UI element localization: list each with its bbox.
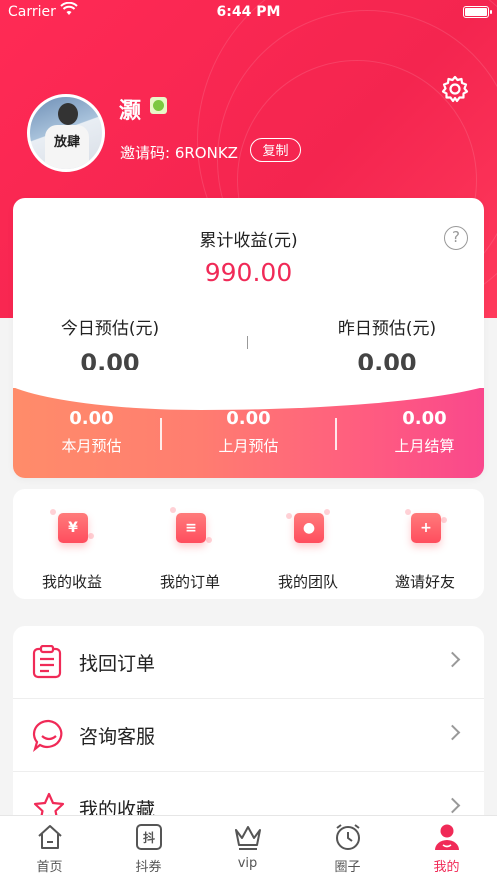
menu-card: 找回订单 咨询客服 我的收藏 [13, 626, 484, 826]
month-estimate-value: 0.00 [69, 408, 114, 429]
total-earnings-value: 990.00 [204, 258, 293, 287]
last-month-settled-label: 上月结算 [394, 437, 455, 455]
today-estimate-label: 今日预估(元) [60, 319, 160, 339]
chevron-right-icon [444, 797, 461, 814]
battery-icon [463, 6, 492, 18]
tab-label: 我的 [433, 860, 460, 875]
invite-friend-icon: + [403, 507, 447, 551]
today-estimate: 今日预估(元) 0.00 [13, 314, 210, 377]
quick-my-income[interactable]: ¥ 我的收益 [13, 503, 131, 592]
income-icon: ¥ [50, 507, 94, 551]
username: 灏 [119, 99, 142, 124]
clock: 6:44 PM [216, 4, 281, 20]
tab-mine[interactable]: 我的 [397, 822, 496, 875]
tab-label: 首页 [36, 860, 63, 875]
chat-bubble-icon [32, 718, 63, 753]
quick-label: 我的收益 [41, 573, 102, 591]
invite-code: 邀请码: 6RONKZ [120, 144, 238, 162]
quick-label: 我的团队 [277, 573, 338, 591]
level-badge-icon [150, 97, 167, 114]
team-icon: ● [286, 507, 330, 551]
quick-my-team[interactable]: ● 我的团队 [249, 503, 367, 592]
month-estimate-label: 本月预估 [61, 437, 122, 455]
avatar-shirt-text: 放肆 [54, 135, 81, 150]
person-icon [432, 822, 462, 852]
tab-circle[interactable]: 圈子 [298, 822, 397, 875]
menu-item-recover-orders[interactable]: 找回订单 [13, 626, 484, 699]
quick-label: 邀请好友 [394, 573, 455, 591]
divider [160, 418, 162, 450]
help-icon[interactable]: ? [444, 226, 468, 250]
last-month-settled[interactable]: 0.00 上月结算 [346, 408, 484, 456]
tab-douquan[interactable]: 抖 抖券 [99, 822, 198, 875]
quick-actions-card: ¥ 我的收益 ≡ 我的订单 ● 我的团队 + 邀请好友 [13, 489, 484, 599]
status-bar: Carrier 6:44 PM [0, 0, 497, 26]
menu-label: 找回订单 [79, 653, 156, 675]
chevron-right-icon [444, 651, 461, 668]
quick-invite-friends[interactable]: + 邀请好友 [366, 503, 484, 592]
quick-label: 我的订单 [159, 573, 220, 591]
month-estimate[interactable]: 0.00 本月预估 [13, 408, 170, 456]
crown-icon [233, 822, 263, 852]
tab-vip[interactable]: vip [198, 822, 297, 871]
clipboard-icon [32, 644, 62, 679]
last-month-estimate[interactable]: 0.00 上月预估 [170, 408, 327, 456]
last-month-estimate-label: 上月预估 [218, 437, 279, 455]
tab-label: vip [237, 856, 258, 871]
divider [335, 418, 337, 450]
avatar[interactable]: 放肆 [27, 94, 105, 172]
last-month-estimate-value: 0.00 [226, 408, 271, 429]
divider [247, 336, 248, 349]
total-earnings-label: 累计收益(元) [199, 231, 298, 251]
tab-label: 圈子 [334, 860, 361, 875]
douquan-icon: 抖 [134, 822, 164, 852]
menu-label: 咨询客服 [79, 726, 156, 748]
copy-invite-code-button[interactable]: 复制 [250, 138, 301, 162]
menu-item-customer-service[interactable]: 咨询客服 [13, 699, 484, 772]
quick-my-orders[interactable]: ≡ 我的订单 [131, 503, 249, 592]
alarm-clock-icon [333, 822, 363, 852]
bottom-tab-bar: 首页 抖 抖券 vip 圈子 我的 [0, 815, 497, 883]
last-month-settled-value: 0.00 [402, 408, 447, 429]
avatar-figure-head [58, 103, 78, 125]
earnings-card: 累计收益(元) 990.00 ? 今日预估(元) 0.00 昨日预估(元) 0.… [13, 198, 484, 478]
settings-gear-icon[interactable] [440, 74, 470, 104]
tab-label: 抖券 [135, 860, 162, 875]
home-icon [35, 822, 65, 852]
tab-home[interactable]: 首页 [0, 822, 99, 875]
chevron-right-icon [444, 724, 461, 741]
svg-text:抖: 抖 [142, 830, 154, 845]
yesterday-estimate-label: 昨日预估(元) [337, 319, 437, 339]
orders-icon: ≡ [168, 507, 212, 551]
yesterday-estimate: 昨日预估(元) 0.00 [287, 314, 484, 377]
